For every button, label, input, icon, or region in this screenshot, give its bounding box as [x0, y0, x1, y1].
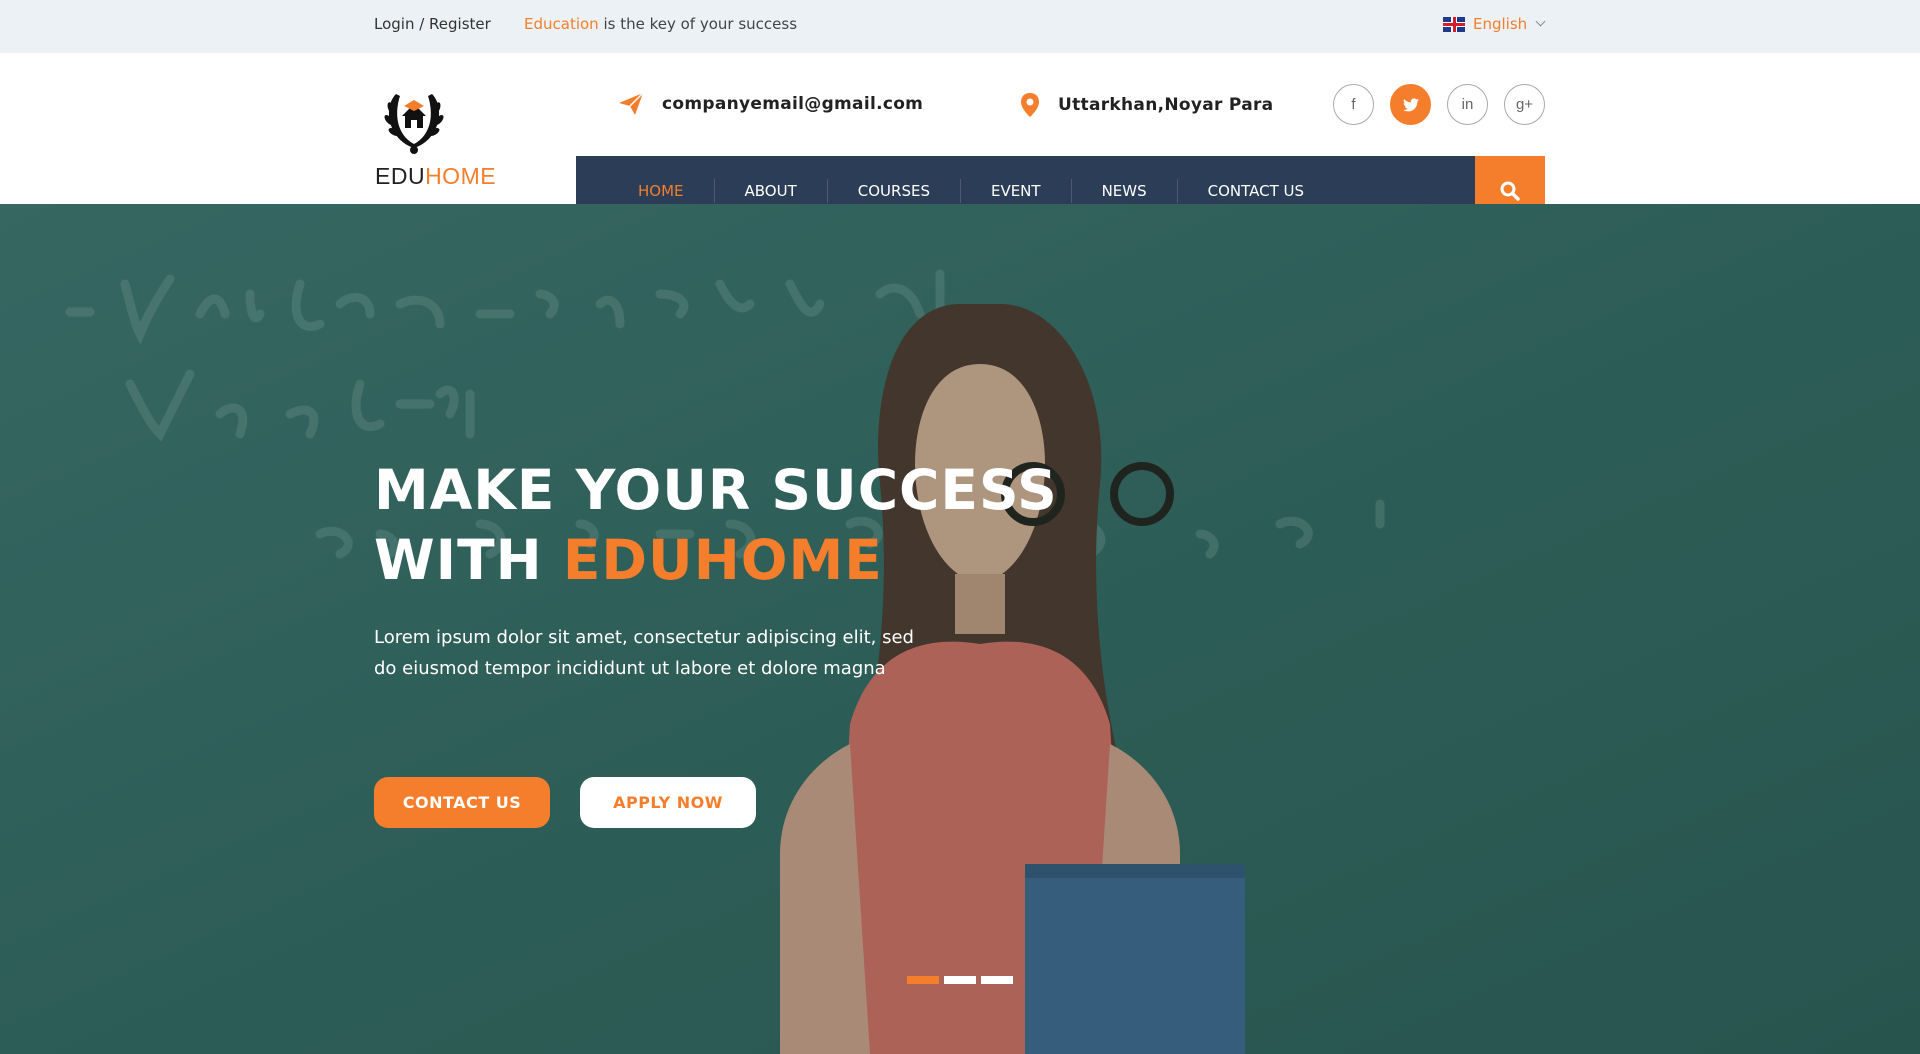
paper-plane-icon: [619, 92, 644, 115]
hero-title-line1: MAKE YOUR SUCCESS: [374, 458, 1058, 522]
nav-item-news[interactable]: NEWS: [1070, 179, 1177, 203]
twitter-icon[interactable]: [1390, 84, 1431, 125]
hero-description: Lorem ipsum dolor sit amet, consectetur …: [374, 627, 914, 679]
nav-item-about[interactable]: ABOUT: [713, 179, 827, 203]
contact-us-button[interactable]: CONTACT US: [374, 777, 550, 828]
google-plus-icon[interactable]: g+: [1504, 84, 1545, 125]
tagline: Education is the key of your success: [524, 15, 797, 33]
nav-item-home[interactable]: HOME: [608, 179, 714, 203]
language-selector[interactable]: English: [1443, 15, 1546, 33]
slider-dot-1[interactable]: [907, 976, 939, 984]
hero-title-line2-prefix: WITH: [374, 528, 563, 592]
logo-text-edu: EDU: [375, 163, 426, 189]
tagline-text: is the key of your success: [598, 15, 798, 33]
email-text[interactable]: companyemail@gmail.com: [662, 94, 923, 114]
hero-slider: [0, 204, 1920, 1054]
logo-text: EDUHOME: [375, 163, 496, 190]
nav-item-contact-us[interactable]: CONTACT US: [1176, 179, 1334, 203]
logo-text-home: HOME: [425, 163, 497, 189]
slider-pagination: [907, 976, 1013, 984]
login-register-link[interactable]: Login / Register: [374, 15, 491, 33]
linkedin-icon[interactable]: in: [1447, 84, 1488, 125]
hero-title-highlight: EDUHOME: [562, 528, 883, 592]
nav-item-courses[interactable]: COURSES: [826, 179, 960, 203]
language-label: English: [1473, 15, 1528, 33]
tagline-highlight: Education: [524, 15, 599, 33]
slider-dot-2[interactable]: [944, 976, 976, 984]
apply-now-button[interactable]: APPLY NOW: [580, 777, 756, 828]
contact-address: Uttarkhan,Noyar Para: [1020, 92, 1273, 118]
nav-item-event[interactable]: EVENT: [959, 179, 1071, 203]
chevron-down-icon: [1535, 16, 1546, 27]
hero-background-image: [0, 204, 1920, 1054]
address-text: Uttarkhan,Noyar Para: [1058, 95, 1274, 115]
contact-email: companyemail@gmail.com: [618, 92, 923, 116]
slider-dot-3[interactable]: [981, 976, 1013, 984]
search-icon: [1500, 181, 1520, 201]
facebook-icon[interactable]: f: [1333, 84, 1374, 125]
map-pin-icon: [1021, 93, 1039, 117]
laurel-logo-icon: [384, 94, 444, 154]
top-bar: Login / Register Education is the key of…: [0, 0, 1920, 53]
uk-flag-icon: [1443, 16, 1465, 32]
social-links: f in g+: [1333, 84, 1545, 125]
hero-title: MAKE YOUR SUCCESS WITH EDUHOME: [374, 455, 1058, 595]
